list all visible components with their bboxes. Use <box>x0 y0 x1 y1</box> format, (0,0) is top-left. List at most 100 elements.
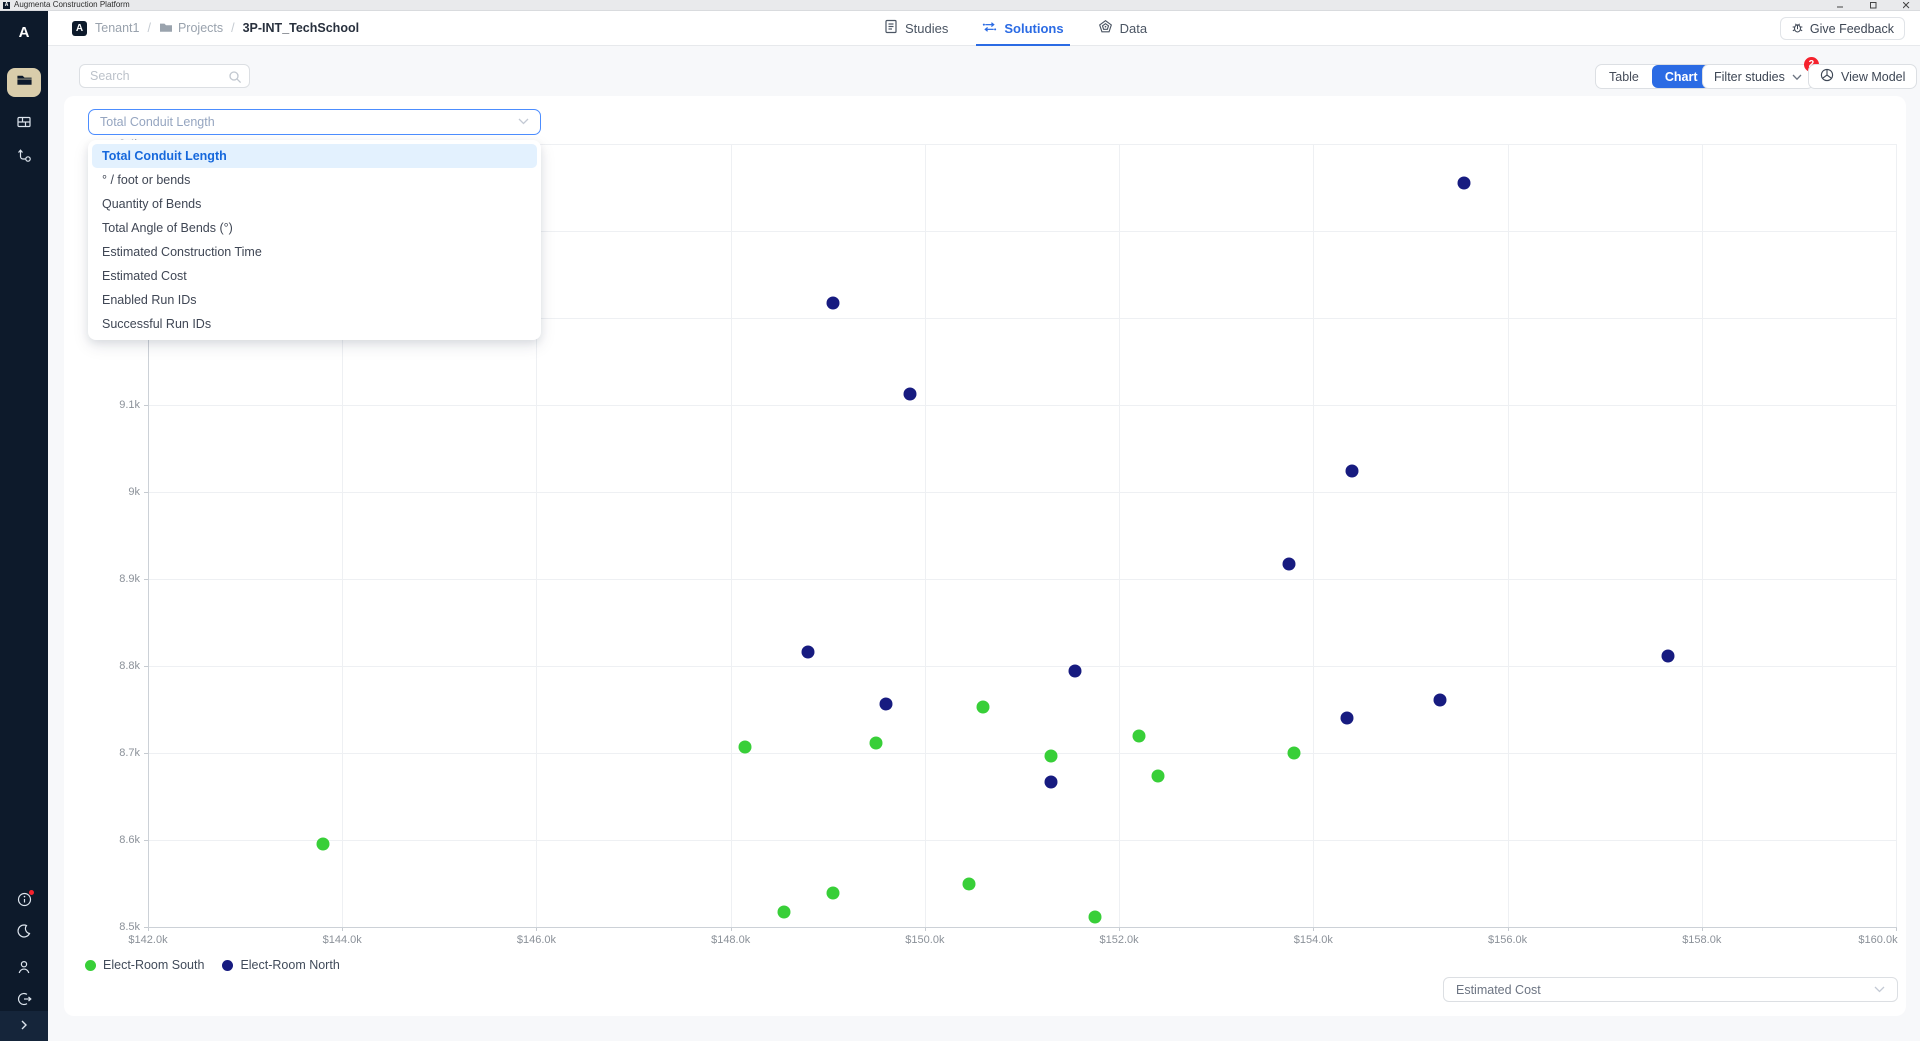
v-gridline <box>1313 144 1314 927</box>
sidebar-expand-button[interactable] <box>0 1011 48 1041</box>
v-gridline <box>1896 144 1897 927</box>
sidebar-item-notifications[interactable] <box>7 887 41 916</box>
scatter-point[interactable] <box>904 387 917 400</box>
sidebar-item-dark-mode[interactable] <box>7 919 41 948</box>
v-gridline <box>731 144 732 927</box>
view-toggle: Table Chart <box>1595 64 1712 89</box>
app-icon: A <box>3 2 10 9</box>
scatter-point[interactable] <box>1045 750 1058 763</box>
minimize-icon[interactable] <box>1837 2 1844 9</box>
maximize-icon[interactable] <box>1870 2 1877 9</box>
chevron-down-icon <box>1792 70 1802 84</box>
window-title: Augmenta Construction Platform <box>14 1 130 9</box>
folder-icon <box>16 73 33 92</box>
dropdown-option[interactable]: ° / foot or bends <box>92 168 537 192</box>
x-axis-label: $152.0k <box>1100 934 1139 946</box>
legend-item[interactable]: Elect-Room North <box>222 958 339 972</box>
x-axis-label: $160.0k <box>1858 934 1897 946</box>
scatter-point[interactable] <box>1132 729 1145 742</box>
search-box <box>79 64 250 88</box>
scatter-point[interactable] <box>1341 712 1354 725</box>
x-metric-select[interactable]: Estimated Cost <box>1443 977 1898 1002</box>
tab-data[interactable]: Data <box>1098 11 1147 45</box>
sidebar-item-apps-grid[interactable] <box>7 110 41 139</box>
scatter-point[interactable] <box>316 838 329 851</box>
table-view-button[interactable]: Table <box>1596 65 1652 88</box>
h-gridline <box>148 492 1896 493</box>
dropdown-option[interactable]: Quantity of Bends <box>92 192 537 216</box>
close-icon[interactable] <box>1903 2 1910 9</box>
scatter-point[interactable] <box>870 737 883 750</box>
info-icon <box>16 891 33 913</box>
view-model-button[interactable]: View Model <box>1808 64 1917 89</box>
breadcrumb-project: 3P-INT_TechSchool <box>243 21 359 35</box>
legend-label: Elect-Room North <box>240 958 339 972</box>
scatter-point[interactable] <box>1346 465 1359 478</box>
scatter-point[interactable] <box>1287 747 1300 760</box>
give-feedback-button[interactable]: Give Feedback <box>1780 17 1905 40</box>
sidebar-logo: A <box>0 24 48 41</box>
os-titlebar: A Augmenta Construction Platform <box>0 0 1920 11</box>
scatter-point[interactable] <box>739 740 752 753</box>
person-icon <box>16 959 32 980</box>
h-gridline <box>148 753 1896 754</box>
scatter-point[interactable] <box>962 878 975 891</box>
logout-icon <box>16 991 32 1012</box>
scatter-point[interactable] <box>977 700 990 713</box>
v-gridline <box>925 144 926 927</box>
scatter-point[interactable] <box>802 646 815 659</box>
dropdown-option[interactable]: Successful Run IDs <box>92 312 537 336</box>
scatter-point[interactable] <box>880 698 893 711</box>
y-axis-label: 9.1k <box>96 399 140 411</box>
scatter-point[interactable] <box>1088 911 1101 924</box>
y-axis-label: 9k <box>96 486 140 498</box>
chevron-down-icon <box>518 115 529 129</box>
breadcrumb-projects[interactable]: Projects <box>159 21 223 36</box>
scatter-point[interactable] <box>826 887 839 900</box>
y-axis-label: 8.7k <box>96 747 140 759</box>
dropdown-option[interactable]: Estimated Cost <box>92 264 537 288</box>
h-gridline <box>148 840 1896 841</box>
tab-solutions[interactable]: Solutions <box>982 11 1063 45</box>
v-gridline <box>1119 144 1120 927</box>
legend-item[interactable]: Elect-Room South <box>85 958 204 972</box>
grid-icon <box>16 115 32 134</box>
sidebar: A <box>0 11 48 1041</box>
sidebar-item-runs[interactable] <box>7 143 41 172</box>
scatter-point[interactable] <box>1661 649 1674 662</box>
x-axis-label: $156.0k <box>1488 934 1527 946</box>
x-axis-label: $158.0k <box>1682 934 1721 946</box>
x-axis-label: $154.0k <box>1294 934 1333 946</box>
sidebar-item-profile[interactable] <box>7 955 41 984</box>
scatter-point[interactable] <box>1433 693 1446 706</box>
dropdown-option[interactable]: Total Conduit Length <box>92 144 537 168</box>
scatter-point[interactable] <box>1069 665 1082 678</box>
breadcrumb-tenant[interactable]: Tenant1 <box>95 21 139 35</box>
scatter-point[interactable] <box>778 906 791 919</box>
dropdown-option[interactable]: Estimated Construction Time <box>92 240 537 264</box>
y-axis-label: 8.5k <box>96 921 140 933</box>
x-axis-label: $144.0k <box>323 934 362 946</box>
dropdown-option[interactable]: Total Angle of Bends (°) <box>92 216 537 240</box>
runs-icon <box>16 148 32 168</box>
legend-dot-icon <box>85 960 96 971</box>
scatter-point[interactable] <box>1457 177 1470 190</box>
search-input[interactable] <box>80 65 249 87</box>
y-metric-select[interactable]: Total Conduit Length <box>88 109 541 135</box>
filter-studies-button[interactable]: Filter studies 2 <box>1702 64 1814 89</box>
scatter-point[interactable] <box>1283 558 1296 571</box>
h-gridline <box>148 405 1896 406</box>
h-gridline <box>148 579 1896 580</box>
sidebar-item-projects[interactable] <box>7 68 41 97</box>
scatter-point[interactable] <box>826 297 839 310</box>
metric-dropdown-menu: Total Conduit Length° / foot or bendsQua… <box>88 140 541 340</box>
scatter-point[interactable] <box>1151 770 1164 783</box>
scatter-point[interactable] <box>1045 775 1058 788</box>
x-axis-label: $150.0k <box>905 934 944 946</box>
chevron-right-icon <box>20 1017 28 1035</box>
h-gridline <box>148 666 1896 667</box>
folder-icon <box>159 21 173 36</box>
v-gridline <box>1508 144 1509 927</box>
dropdown-option[interactable]: Enabled Run IDs <box>92 288 537 312</box>
tab-studies[interactable]: Studies <box>884 11 948 45</box>
